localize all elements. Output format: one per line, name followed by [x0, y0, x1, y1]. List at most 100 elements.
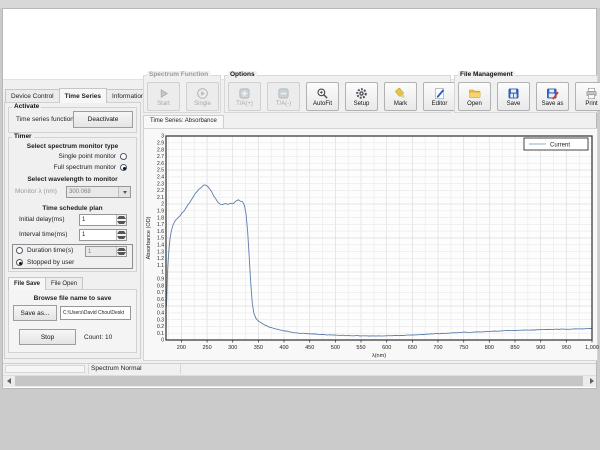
single-button: Single: [186, 82, 219, 111]
toolbar-button-label: Mark: [394, 101, 407, 107]
toolbar-button-label: Save as: [542, 101, 564, 107]
svg-text:2.1: 2.1: [157, 195, 164, 201]
svg-text:900: 900: [536, 345, 545, 351]
toolbar-button-label: Open: [467, 101, 482, 107]
toolbar-button-label: T/A(+): [236, 101, 253, 107]
svg-text:0.9: 0.9: [157, 277, 164, 283]
svg-text:1.3: 1.3: [157, 249, 164, 255]
svg-text:0.2: 0.2: [157, 324, 164, 330]
toolbar-button-label: Single: [194, 101, 211, 107]
spinner-arrows-icon: [116, 247, 126, 256]
tab-time-series[interactable]: Time Series: [59, 88, 107, 103]
single-point-radio[interactable]: [120, 153, 127, 160]
chart-legend: Current: [524, 138, 588, 150]
svg-text:1.4: 1.4: [157, 243, 164, 249]
toolbar-button-label: Setup: [354, 101, 370, 107]
monitor-lambda-value: 300.068: [69, 189, 91, 195]
activate-group-label: Activate: [12, 103, 41, 110]
scroll-right-icon[interactable]: [586, 376, 597, 386]
svg-text:2.5: 2.5: [157, 168, 164, 174]
svg-text:800: 800: [485, 345, 494, 351]
svg-text:0.7: 0.7: [157, 290, 164, 296]
chart-panel: 00.10.20.30.40.50.60.70.80.911.11.21.31.…: [143, 128, 598, 361]
svg-text:400: 400: [279, 345, 288, 351]
printer-icon: [585, 87, 598, 100]
toolbar-group-label: Options: [228, 71, 257, 78]
interval-time-label: Interval time(ms): [19, 231, 67, 238]
spectrum-chart: 00.10.20.30.40.50.60.70.80.911.11.21.31.…: [144, 129, 599, 362]
toolbar-button-label: Start: [157, 101, 170, 107]
svg-text:0.1: 0.1: [157, 331, 164, 337]
monitor-lambda-label: Monitor λ (nm): [15, 188, 57, 195]
toolbar-button-label: Print: [585, 101, 597, 107]
spinner-arrows-icon[interactable]: [116, 215, 126, 225]
svg-text:2: 2: [161, 202, 164, 208]
svg-text:1.2: 1.2: [157, 256, 164, 262]
tab-file-save[interactable]: File Save: [8, 277, 46, 290]
svg-text:950: 950: [562, 345, 571, 351]
stopped-by-user-label: Stopped by user: [27, 259, 74, 266]
status-divider: [88, 364, 89, 374]
open-button[interactable]: Open: [458, 82, 491, 111]
save-button[interactable]: Save: [497, 82, 530, 111]
full-spectrum-label: Full spectrum monitor: [3, 164, 116, 171]
initial-delay-value: 1: [82, 217, 85, 223]
save-path-input[interactable]: C:\Users\David Chou\Deskt: [60, 306, 131, 320]
svg-text:2.6: 2.6: [157, 161, 164, 167]
toolbar-group-file-management: Open Save Save as Print: [454, 75, 598, 113]
svg-text:750: 750: [459, 345, 468, 351]
browse-title: Browse file name to save: [8, 295, 137, 302]
save-as-button[interactable]: Save as: [536, 82, 569, 111]
t-a(-)-button: T/A(-): [267, 82, 300, 111]
plus-icon: [238, 87, 251, 100]
toolbar-button-label: AutoFit: [313, 101, 332, 107]
svg-text:2.9: 2.9: [157, 141, 164, 147]
time-series-function-label: Time series function: [16, 116, 74, 123]
toolbar-group-label: File Management: [458, 71, 515, 78]
svg-text:200: 200: [177, 345, 186, 351]
editor-button[interactable]: Editor: [423, 82, 456, 111]
svg-text:3: 3: [161, 134, 164, 140]
app-window: SpectraLab v1.1c – × Device ControlTime …: [2, 8, 597, 389]
duration-radio[interactable]: [16, 247, 23, 254]
toolbar-button-label: Editor: [432, 101, 448, 107]
svg-text:Absorbance (OD): Absorbance (OD): [146, 216, 152, 259]
start-button: Start: [147, 82, 180, 111]
scroll-left-icon[interactable]: [3, 376, 14, 386]
initial-delay-spinner[interactable]: 1: [79, 214, 127, 226]
toolbar-group-options: T/A(+) T/A(-) AutoFit Setup Mark Editor: [224, 75, 451, 113]
play-icon: [157, 87, 170, 100]
monitor-lambda-combo[interactable]: 300.068: [66, 186, 131, 198]
tab-time-series-absorbance[interactable]: Time Series: Absorbance: [143, 115, 224, 128]
deactivate-button[interactable]: Deactivate: [73, 111, 133, 128]
save-path-value: C:\Users\David Chou\Deskt: [63, 310, 124, 316]
scrollbar-thumb[interactable]: [15, 376, 583, 386]
stop-button[interactable]: Stop: [19, 329, 76, 345]
full-spectrum-radio[interactable]: [120, 164, 127, 171]
toolbar-group-spectrum-function: Start Single: [143, 75, 221, 113]
svg-text:0.3: 0.3: [157, 317, 164, 323]
interval-time-spinner[interactable]: 1: [79, 229, 127, 241]
mark-button[interactable]: Mark: [384, 82, 417, 111]
save-as-button[interactable]: Save as...: [13, 305, 57, 321]
minus-icon: [277, 87, 290, 100]
stopped-by-user-radio[interactable]: [16, 259, 23, 266]
spinner-arrows-icon[interactable]: [116, 230, 126, 240]
floppy-icon: [507, 87, 520, 100]
duration-spinner[interactable]: 1: [85, 246, 127, 257]
initial-delay-label: Initial delay(ms): [19, 216, 65, 223]
print-button[interactable]: Print: [575, 82, 600, 111]
toolbar-button-label: T/A(-): [276, 101, 291, 107]
status-text: Spectrum Normal: [91, 365, 142, 372]
tab-device-control[interactable]: Device Control: [5, 89, 60, 103]
marker-icon: [394, 87, 407, 100]
duration-value: 1: [88, 249, 91, 255]
setup-button[interactable]: Setup: [345, 82, 378, 111]
autofit-button[interactable]: AutoFit: [306, 82, 339, 111]
main-tab-strip: Device ControlTime SeriesInformation: [5, 87, 150, 103]
svg-text:1,000: 1,000: [585, 345, 599, 351]
svg-text:1.1: 1.1: [157, 263, 164, 269]
t-a(+)-button: T/A(+): [228, 82, 261, 111]
svg-text:450: 450: [305, 345, 314, 351]
svg-text:1.6: 1.6: [157, 229, 164, 235]
